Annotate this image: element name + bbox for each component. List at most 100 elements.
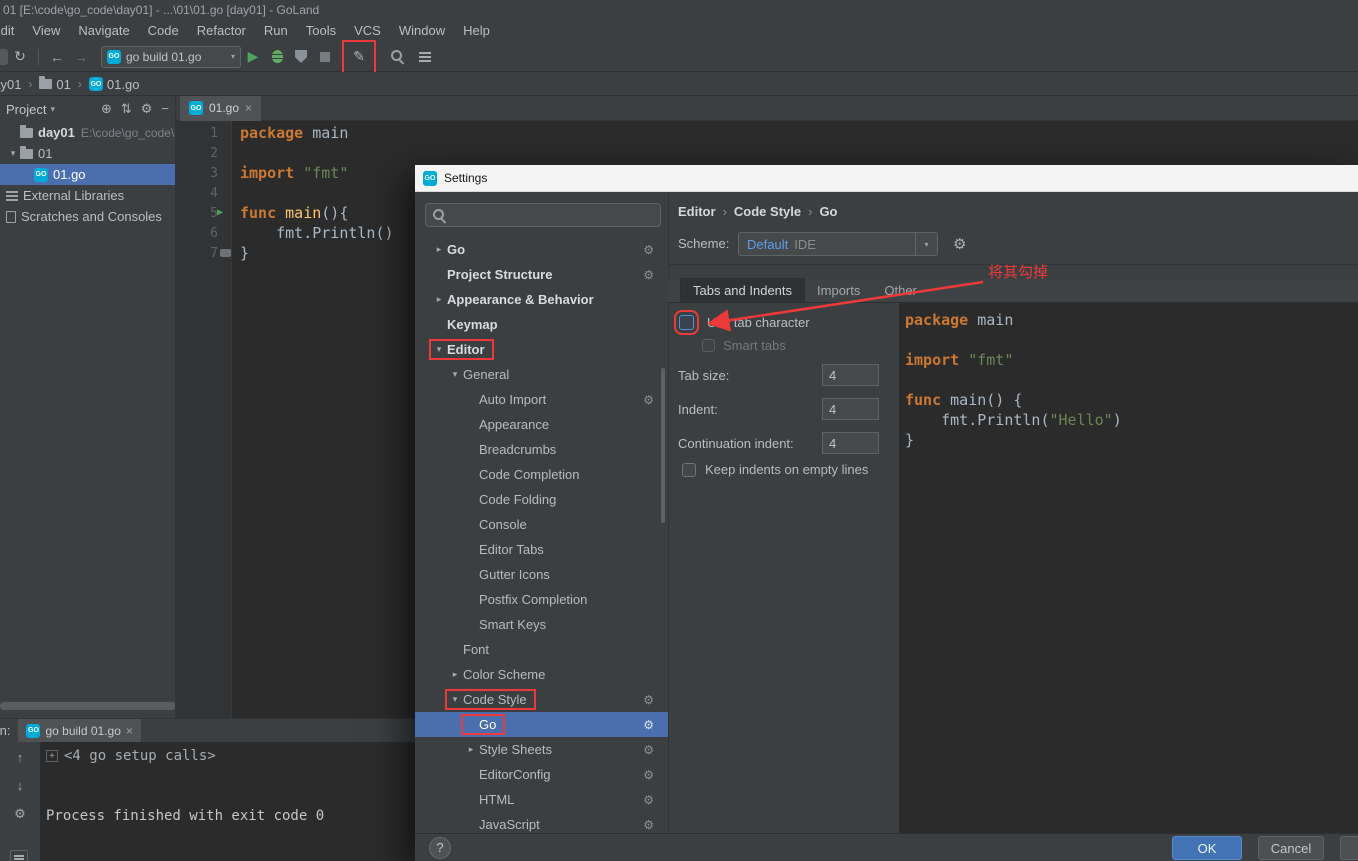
menu-vcs[interactable]: VCS	[345, 20, 390, 42]
project-item-01-go[interactable]: 01.go	[0, 164, 175, 185]
keep-indents-checkbox[interactable]	[682, 463, 696, 477]
settings-breadcrumb-editor[interactable]: Editor	[678, 204, 716, 219]
run-gutter-icon[interactable]: ▶	[217, 208, 223, 218]
settings-item-code-style[interactable]: ▾Code Style⚙	[415, 687, 668, 712]
settings-item-editor[interactable]: ▾Editor	[415, 337, 668, 362]
project-item-scratches-and-consoles[interactable]: Scratches and Consoles	[0, 206, 175, 227]
tab-imports[interactable]: Imports	[805, 278, 872, 302]
locate-file-icon[interactable]: ⊕	[101, 101, 112, 117]
close-icon[interactable]: ×	[245, 101, 252, 115]
tab-size-input[interactable]	[822, 364, 879, 386]
settings-breadcrumb-code-style[interactable]: Code Style	[734, 204, 801, 219]
settings-item-go[interactable]: ▸Go⚙	[415, 237, 668, 262]
settings-item-editorconfig[interactable]: EditorConfig⚙	[415, 762, 668, 787]
tree-arrow-icon[interactable]: ▾	[447, 694, 463, 705]
chevron-down-icon[interactable]: ▾	[50, 104, 55, 115]
gear-icon[interactable]: ⚙	[141, 101, 153, 117]
find-in-path-button[interactable]	[413, 45, 437, 69]
window-titlebar[interactable]: 01 [E:\code\go_code\day01] - ...\01\01.g…	[0, 0, 1358, 20]
run-configuration-select[interactable]: go build 01.go ▾	[101, 46, 241, 68]
tab-other[interactable]: Other	[872, 278, 929, 302]
breadcrumb-item-01[interactable]: 01	[39, 77, 70, 92]
project-item-01[interactable]: ▾01	[0, 143, 175, 164]
toolbar-icon-partial[interactable]	[0, 49, 8, 65]
expand-icon[interactable]: +	[46, 750, 58, 762]
settings-item-project-structure[interactable]: Project Structure⚙	[415, 262, 668, 287]
fold-marker-icon[interactable]	[220, 249, 231, 257]
settings-item-code-folding[interactable]: Code Folding	[415, 487, 668, 512]
collapse-all-icon[interactable]: ⇅	[121, 101, 132, 117]
settings-item-postfix-completion[interactable]: Postfix Completion	[415, 587, 668, 612]
menu-run[interactable]: Run	[255, 20, 297, 42]
menu-view[interactable]: View	[23, 20, 69, 42]
settings-item-smart-keys[interactable]: Smart Keys	[415, 612, 668, 637]
smart-tabs-checkbox[interactable]	[702, 339, 715, 352]
settings-item-gutter-icons[interactable]: Gutter Icons	[415, 562, 668, 587]
up-icon[interactable]: ↑	[17, 750, 24, 765]
menu-refactor[interactable]: Refactor	[188, 20, 255, 42]
tree-arrow-icon[interactable]: ▸	[431, 294, 447, 305]
settings-item-color-scheme[interactable]: ▸Color Scheme	[415, 662, 668, 687]
settings-item-appearance[interactable]: Appearance	[415, 412, 668, 437]
search-everywhere-button[interactable]	[385, 45, 409, 69]
settings-item-html[interactable]: HTML⚙	[415, 787, 668, 812]
settings-item-go[interactable]: Go⚙	[415, 712, 668, 737]
settings-item-keymap[interactable]: Keymap	[415, 312, 668, 337]
editor-tab-01-go[interactable]: 01.go ×	[180, 96, 261, 121]
down-icon[interactable]: ↓	[17, 778, 24, 793]
tree-arrow-icon[interactable]: ▸	[447, 669, 463, 680]
debug-button[interactable]	[265, 45, 289, 69]
refresh-icon[interactable]: ↻	[8, 45, 32, 69]
continuation-indent-input[interactable]	[822, 432, 879, 454]
close-icon[interactable]: ×	[126, 724, 133, 738]
menu-help[interactable]: Help	[454, 20, 499, 42]
use-tab-character-checkbox[interactable]	[679, 315, 694, 330]
scheme-select[interactable]: Default IDE ▾	[738, 232, 938, 256]
indent-input[interactable]	[822, 398, 879, 420]
menu-edit[interactable]: Edit	[0, 20, 23, 42]
hide-panel-icon[interactable]: −	[161, 101, 169, 117]
settings-item-font[interactable]: Font	[415, 637, 668, 662]
run-with-coverage-button[interactable]	[289, 45, 313, 69]
menu-tools[interactable]: Tools	[297, 20, 345, 42]
breadcrumb-item-01-go[interactable]: 01.go	[89, 77, 140, 92]
settings-item-javascript[interactable]: JavaScript⚙	[415, 812, 668, 833]
settings-titlebar[interactable]: Settings	[415, 165, 1358, 192]
settings-item-editor-tabs[interactable]: Editor Tabs	[415, 537, 668, 562]
settings-sliders-icon[interactable]	[10, 850, 28, 861]
settings-item-code-completion[interactable]: Code Completion	[415, 462, 668, 487]
settings-breadcrumb-go[interactable]: Go	[819, 204, 837, 219]
project-item-day01[interactable]: day01E:\code\go_code\da	[0, 122, 175, 143]
tree-arrow-icon[interactable]: ▸	[431, 244, 447, 255]
run-button[interactable]: ▶	[241, 45, 265, 69]
settings-item-auto-import[interactable]: Auto Import⚙	[415, 387, 668, 412]
tree-arrow-icon[interactable]: ▾	[6, 148, 20, 159]
breadcrumb-item-day01[interactable]: day01	[0, 77, 21, 92]
cancel-button[interactable]: Cancel	[1258, 836, 1324, 860]
run-tab-go-build[interactable]: go build 01.go ×	[18, 719, 140, 742]
project-item-external-libraries[interactable]: External Libraries	[0, 185, 175, 206]
ok-button[interactable]: OK	[1172, 836, 1242, 860]
menu-navigate[interactable]: Navigate	[69, 20, 138, 42]
forward-icon[interactable]: →	[69, 45, 93, 69]
settings-item-style-sheets[interactable]: ▸Style Sheets⚙	[415, 737, 668, 762]
settings-search-input[interactable]	[425, 203, 661, 227]
project-panel-title[interactable]: Project	[6, 102, 46, 117]
settings-item-breadcrumbs[interactable]: Breadcrumbs	[415, 437, 668, 462]
horizontal-scrollbar[interactable]	[0, 702, 176, 711]
scrollbar-thumb[interactable]	[0, 702, 176, 710]
help-button[interactable]: ?	[429, 837, 451, 859]
settings-tree-scrollbar[interactable]	[661, 368, 665, 523]
partial-button[interactable]	[1340, 836, 1358, 860]
back-icon[interactable]: ←	[45, 45, 69, 69]
tree-arrow-icon[interactable]: ▸	[463, 744, 479, 755]
scheme-gear-icon[interactable]: ⚙	[953, 235, 966, 253]
settings-item-console[interactable]: Console	[415, 512, 668, 537]
settings-item-appearance-behavior[interactable]: ▸Appearance & Behavior	[415, 287, 668, 312]
tree-arrow-icon[interactable]: ▾	[431, 344, 447, 355]
menu-code[interactable]: Code	[139, 20, 188, 42]
tree-arrow-icon[interactable]: ▾	[447, 369, 463, 380]
stop-button[interactable]	[313, 45, 337, 69]
menu-window[interactable]: Window	[390, 20, 454, 42]
settings-toolbar-button[interactable]: ✎	[347, 45, 371, 69]
